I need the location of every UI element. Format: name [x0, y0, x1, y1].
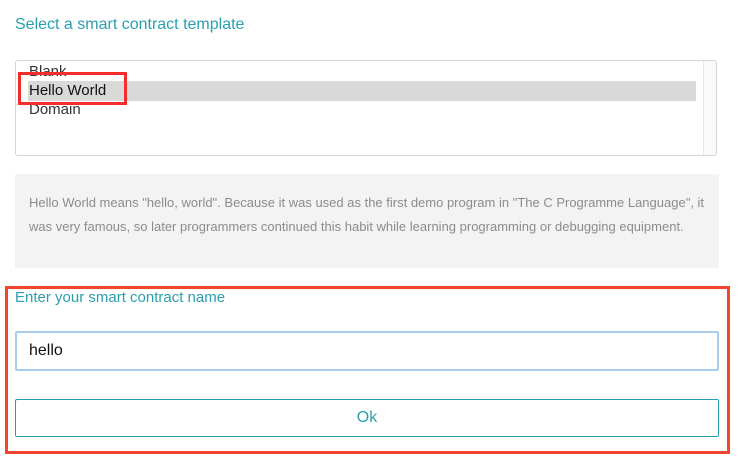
template-option-label: Domain [29, 101, 81, 118]
template-listbox[interactable]: Blank Hello World Domain [15, 60, 717, 156]
template-option-hello-world[interactable]: Hello World [28, 81, 696, 101]
template-option-blank[interactable]: Blank [28, 62, 696, 82]
template-section-title: Select a smart contract template [15, 16, 245, 33]
template-description: Hello World means "hello, world". Becaus… [15, 174, 719, 268]
contract-name-label: Enter your smart contract name [15, 289, 226, 306]
template-option-domain[interactable]: Domain [28, 100, 696, 120]
contract-name-input[interactable] [15, 331, 719, 371]
template-option-label: Hello World [29, 82, 107, 99]
ok-button[interactable]: Ok [15, 399, 719, 437]
listbox-scrollbar[interactable] [703, 61, 716, 155]
contract-template-page: Select a smart contract template Blank H… [0, 0, 739, 461]
template-option-label: Blank [29, 63, 67, 80]
